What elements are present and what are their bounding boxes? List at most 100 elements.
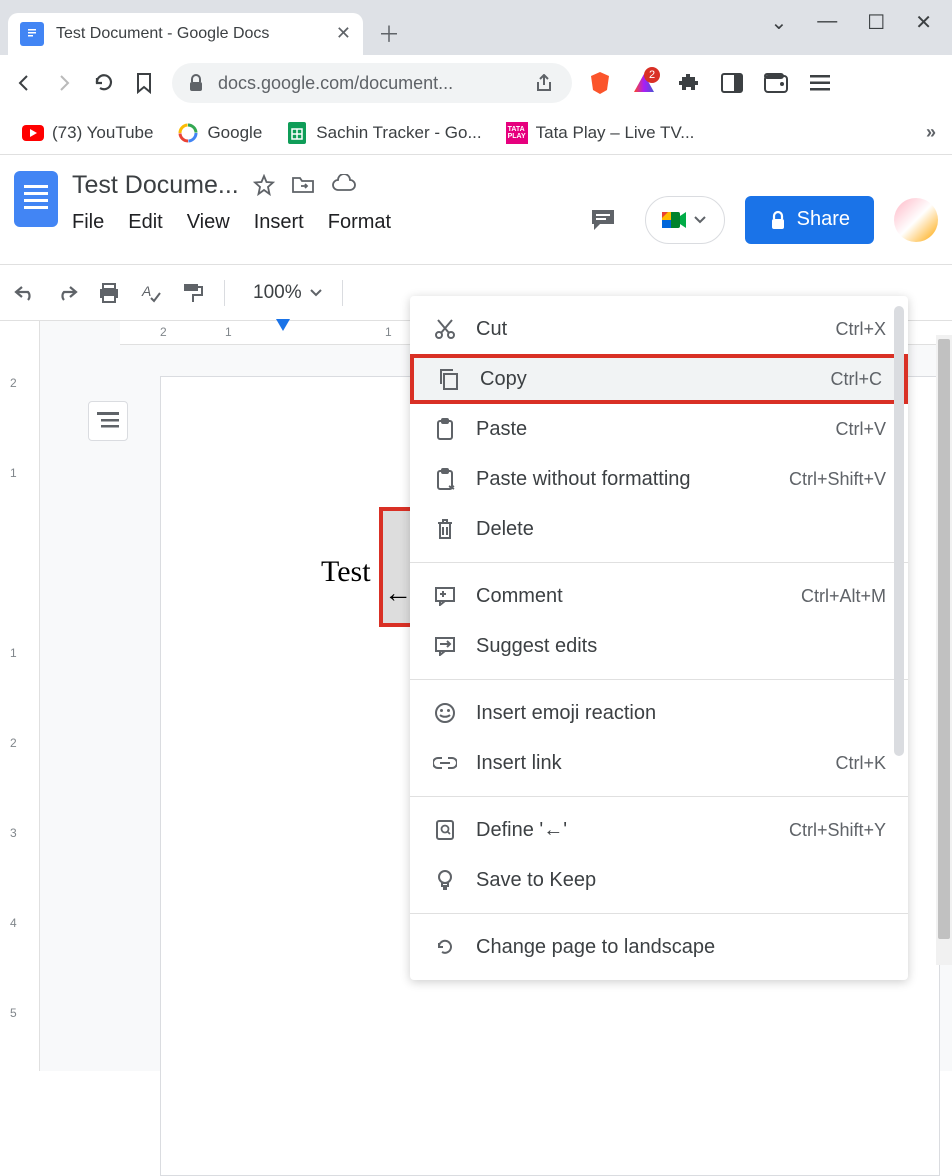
ctx-change-page-to-landscape[interactable]: Change page to landscape (410, 922, 908, 972)
share-icon[interactable] (536, 74, 556, 92)
ctx-cut[interactable]: CutCtrl+X (410, 304, 908, 354)
menu-edit[interactable]: Edit (128, 211, 162, 234)
ctx-label: Comment (476, 585, 783, 608)
ctx-shortcut: Ctrl+Shift+V (789, 469, 886, 490)
tab-close-icon[interactable]: ✕ (336, 23, 351, 44)
ctx-suggest-edits[interactable]: Suggest edits (410, 621, 908, 671)
context-menu-scrollbar[interactable] (894, 306, 904, 756)
ctx-label: Paste without formatting (476, 468, 771, 491)
tab-strip: Test Document - Google Docs ✕ ＋ ⌄ ― ☐ ✕ (0, 0, 952, 55)
window-controls: ⌄ ― ☐ ✕ (771, 10, 952, 35)
menu-file[interactable]: File (72, 211, 104, 234)
share-button[interactable]: Share (745, 196, 874, 244)
bookmark-google[interactable]: Google (171, 118, 268, 148)
ctx-shortcut: Ctrl+K (835, 753, 886, 774)
bookmark-tataplay[interactable]: TATAPLAY Tata Play – Live TV... (500, 118, 701, 148)
new-tab-button[interactable]: ＋ (371, 15, 407, 51)
google-icon (177, 122, 199, 144)
address-bar-row: docs.google.com/document... 2 (0, 55, 952, 111)
bookmark-youtube[interactable]: (73) YouTube (16, 118, 159, 148)
ctx-paste[interactable]: PasteCtrl+V (410, 404, 908, 454)
ctx-label: Copy (480, 368, 812, 391)
browser-chrome: Test Document - Google Docs ✕ ＋ ⌄ ― ☐ ✕ … (0, 0, 952, 155)
ctx-label: Insert link (476, 752, 817, 775)
ctx-label: Suggest edits (476, 635, 868, 658)
extensions-icon[interactable] (676, 71, 700, 95)
youtube-icon (22, 122, 44, 144)
indent-marker[interactable] (276, 319, 290, 331)
wallet-icon[interactable] (764, 71, 788, 95)
zoom-selector[interactable]: 100% (253, 282, 322, 304)
close-icon[interactable]: ✕ (915, 10, 932, 35)
vertical-ruler: 2 1 1 2 3 4 5 (0, 321, 40, 1071)
browser-tab[interactable]: Test Document - Google Docs ✕ (8, 13, 363, 55)
extensions-area: 2 (588, 71, 832, 95)
forward-button[interactable] (52, 71, 76, 95)
spellcheck-button[interactable]: A (140, 282, 162, 304)
star-icon[interactable] (253, 174, 275, 196)
cloud-icon[interactable] (331, 174, 357, 196)
lock-icon (188, 74, 204, 92)
ctx-label: Insert emoji reaction (476, 702, 868, 725)
emoji-icon (432, 702, 458, 724)
menu-format[interactable]: Format (328, 211, 391, 234)
bookmark-sheets[interactable]: Sachin Tracker - Go... (280, 118, 487, 148)
brave-rewards-icon[interactable]: 2 (632, 71, 656, 95)
minimize-icon[interactable]: ― (817, 10, 837, 35)
ctx-label: Define '←' (476, 819, 771, 842)
move-icon[interactable] (291, 174, 315, 196)
menu-insert[interactable]: Insert (254, 211, 304, 234)
ctx-paste-without-formatting[interactable]: Paste without formatting Ctrl+Shift+V (410, 454, 908, 504)
bookmark-label: Google (207, 123, 262, 143)
url-text: docs.google.com/document... (218, 73, 453, 94)
comments-button[interactable] (581, 198, 625, 242)
menu-icon[interactable] (808, 71, 832, 95)
bookmarks-overflow-icon[interactable]: » (926, 122, 936, 143)
chevron-down-icon[interactable]: ⌄ (771, 10, 788, 35)
user-avatar[interactable] (894, 198, 938, 242)
sheets-icon (286, 122, 308, 144)
document-text[interactable]: Test (321, 555, 371, 589)
ctx-comment[interactable]: CommentCtrl+Alt+M (410, 571, 908, 621)
print-button[interactable] (98, 282, 120, 304)
meet-button[interactable] (645, 196, 725, 244)
ctx-label: Change page to landscape (476, 936, 868, 959)
sidepanel-icon[interactable] (720, 71, 744, 95)
menu-view[interactable]: View (187, 211, 230, 234)
ctx-delete[interactable]: Delete (410, 504, 908, 554)
ctx-shortcut: Ctrl+X (835, 319, 886, 340)
ctx-insert-emoji-reaction[interactable]: Insert emoji reaction (410, 688, 908, 738)
maximize-icon[interactable]: ☐ (867, 10, 885, 35)
docs-header: Test Docume... File Edit View Insert For… (0, 155, 952, 265)
redo-button[interactable] (56, 284, 78, 302)
separator (224, 280, 225, 306)
cut-icon (432, 318, 458, 340)
main-scrollbar[interactable] (936, 335, 952, 965)
separator (410, 913, 908, 914)
back-button[interactable] (12, 71, 36, 95)
lock-icon (769, 210, 787, 230)
link-icon (432, 756, 458, 770)
bookmark-icon[interactable] (132, 71, 156, 95)
comment-icon (432, 586, 458, 606)
document-title[interactable]: Test Docume... (72, 171, 239, 200)
undo-button[interactable] (14, 284, 36, 302)
ctx-define-[interactable]: Define '←'Ctrl+Shift+Y (410, 805, 908, 855)
bookmarks-bar: (73) YouTube Google Sachin Tracker - Go.… (0, 111, 952, 155)
reload-button[interactable] (92, 71, 116, 95)
ctx-save-to-keep[interactable]: Save to Keep (410, 855, 908, 905)
bookmark-label: (73) YouTube (52, 123, 153, 143)
docs-logo-icon[interactable] (14, 171, 58, 227)
ctx-shortcut: Ctrl+V (835, 419, 886, 440)
keep-icon (432, 869, 458, 891)
address-bar[interactable]: docs.google.com/document... (172, 63, 572, 103)
paint-format-button[interactable] (182, 282, 204, 304)
ctx-copy[interactable]: Copy Ctrl+C (410, 354, 908, 404)
ctx-shortcut: Ctrl+C (830, 369, 882, 390)
svg-text:A: A (141, 283, 151, 299)
define-icon (432, 819, 458, 841)
separator (342, 280, 343, 306)
brave-shield-icon[interactable] (588, 71, 612, 95)
ctx-insert-link[interactable]: Insert link Ctrl+K (410, 738, 908, 788)
outline-button[interactable] (88, 401, 128, 441)
